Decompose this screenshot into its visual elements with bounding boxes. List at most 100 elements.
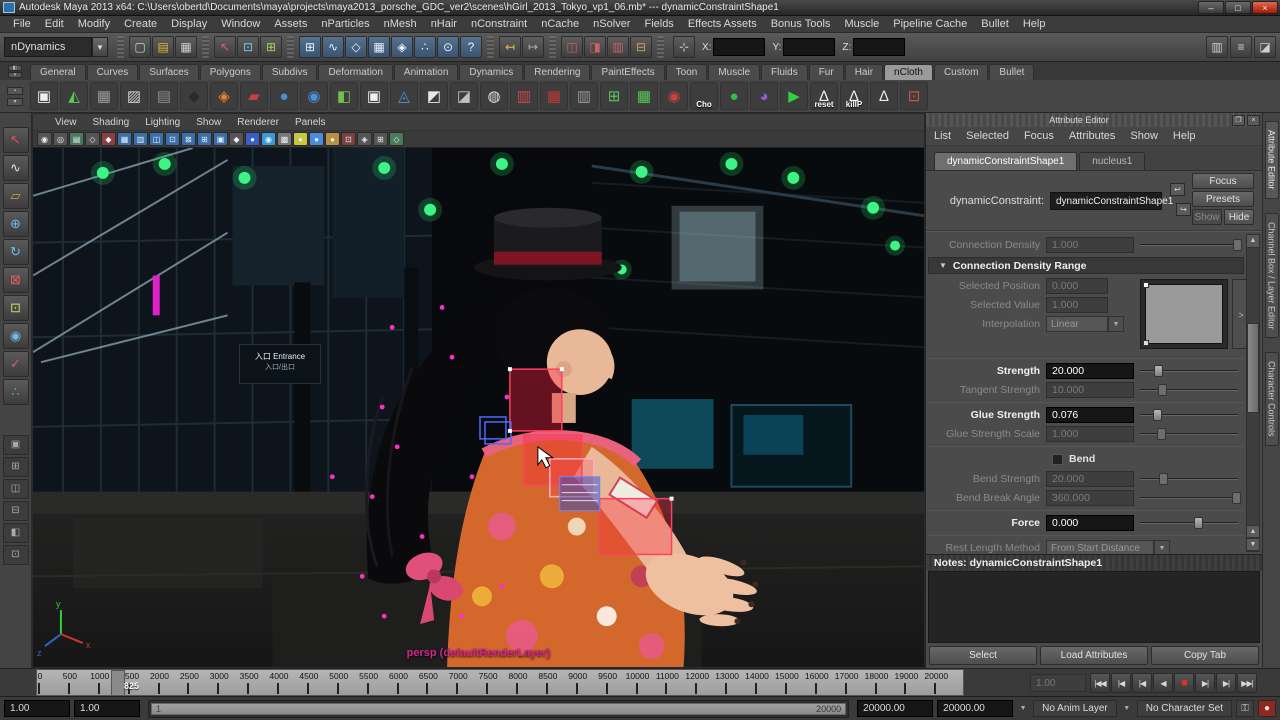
shelf-icon[interactable]: ▦ <box>630 82 658 110</box>
connection-density-slider[interactable] <box>1140 237 1238 253</box>
layout-shortcut-button[interactable]: ◫ <box>3 479 29 499</box>
snap-button[interactable]: ∿ <box>322 36 344 58</box>
shelf-icon[interactable]: ▶ <box>780 82 808 110</box>
shelf-icon[interactable]: ▥ <box>570 82 598 110</box>
viewport-scene[interactable]: y x z 入口 Entrance 入口/出口 persp (defaultRe… <box>33 148 924 667</box>
shelf-tab[interactable]: Bullet <box>989 64 1034 80</box>
shelf-icon[interactable]: ▦ <box>90 82 118 110</box>
group-divider[interactable] <box>287 36 294 58</box>
node-tab[interactable]: nucleus1 <box>1079 152 1145 170</box>
viewport-toolbar-icon[interactable]: ◉ <box>37 132 52 146</box>
playback-button[interactable]: ■ <box>1174 673 1194 693</box>
tool-button[interactable]: ▱ <box>3 183 29 209</box>
menu-item[interactable]: nParticles <box>314 16 376 32</box>
menu-item[interactable]: Effects Assets <box>681 16 764 32</box>
menu-item[interactable]: Pipeline Cache <box>886 16 974 32</box>
set-key-icon[interactable]: ⚿ <box>1236 700 1254 717</box>
viewport-toolbar-icon[interactable]: ◫ <box>149 132 164 146</box>
glue-strength-field[interactable]: 0.076 <box>1046 407 1134 423</box>
panel-menu-item[interactable]: Show <box>188 117 229 128</box>
menu-item[interactable]: nMesh <box>377 16 424 32</box>
force-field[interactable]: 0.000 <box>1046 515 1134 531</box>
playback-button[interactable]: ◀ <box>1153 673 1173 693</box>
selected-value-field[interactable]: 1.000 <box>1046 297 1108 313</box>
menu-item[interactable]: Create <box>117 16 164 32</box>
scroll-up-icon[interactable]: ▲ <box>1247 525 1259 538</box>
viewport-toolbar-icon[interactable]: ● <box>309 132 324 146</box>
menu-item[interactable]: File <box>6 16 38 32</box>
connection-density-field[interactable]: 1.000 <box>1046 237 1134 253</box>
playback-speed-field[interactable]: 1.00 <box>1030 674 1086 692</box>
shelf-icon[interactable]: ⊞ <box>600 82 628 110</box>
shelf-icon[interactable]: ◪ <box>450 82 478 110</box>
glue-strength-scale-field[interactable]: 1.000 <box>1046 426 1134 442</box>
viewport-toolbar-icon[interactable]: ◈ <box>357 132 372 146</box>
bend-break-angle-slider[interactable] <box>1140 490 1238 506</box>
hide-button[interactable]: Hide <box>1224 209 1254 225</box>
shelf-icon[interactable]: ▣ <box>30 82 58 110</box>
bend-strength-slider[interactable] <box>1140 471 1238 487</box>
menu-item[interactable]: Bullet <box>974 16 1016 32</box>
scroll-down-icon[interactable]: ▼ <box>1247 538 1259 551</box>
playback-start-field[interactable]: 1.00 <box>4 700 70 717</box>
ae-scrollbar[interactable]: ▲ ▲ ▼ <box>1246 234 1260 552</box>
shelf-icon[interactable]: ◧ <box>330 82 358 110</box>
sidebar-vertical-tab[interactable]: Character Controls <box>1265 352 1279 446</box>
group-divider[interactable] <box>549 36 556 58</box>
shelf-tab[interactable]: PaintEffects <box>591 64 664 80</box>
shelf-icon[interactable]: ∆killP <box>840 82 868 110</box>
shelf-icon[interactable]: ● <box>270 82 298 110</box>
viewport-toolbar-icon[interactable]: ⊠ <box>181 132 196 146</box>
viewport-toolbar-icon[interactable]: ◉ <box>261 132 276 146</box>
viewport-toolbar-icon[interactable]: ▣ <box>213 132 228 146</box>
scroll-up-icon[interactable]: ▲ <box>1247 235 1259 248</box>
menu-item[interactable]: Window <box>214 16 267 32</box>
shelf-icon[interactable]: Cho <box>690 82 718 110</box>
viewport-toolbar-icon[interactable]: ▤ <box>69 132 84 146</box>
ae-footer-button[interactable]: Select <box>929 646 1037 665</box>
panel-menu-item[interactable]: Lighting <box>137 117 188 128</box>
coord-entry-icon[interactable]: ⊹ <box>673 36 695 58</box>
shelf-icon[interactable]: ⊡ <box>900 82 928 110</box>
notes-header[interactable]: Notes: dynamicConstraintShape1 <box>926 554 1262 571</box>
node-tab[interactable]: dynamicConstraintShape1 <box>934 152 1077 170</box>
ramp-widget[interactable] <box>1140 279 1228 349</box>
ae-menu-item[interactable]: List <box>934 130 960 142</box>
scrollbar-thumb[interactable] <box>1247 323 1259 413</box>
viewport-toolbar-icon[interactable]: ◇ <box>85 132 100 146</box>
tool-button[interactable]: ⊡ <box>3 295 29 321</box>
layout-shortcut-button[interactable]: ◧ <box>3 523 29 543</box>
snap-button[interactable]: ◇ <box>345 36 367 58</box>
ae-menu-item[interactable]: Selected <box>966 130 1018 142</box>
shelf-icon[interactable]: ◈ <box>210 82 238 110</box>
playback-button[interactable]: |◀◀ <box>1090 673 1110 693</box>
range-slider-handle[interactable]: 1 20000 <box>151 703 846 715</box>
snap-button[interactable]: ⊙ <box>437 36 459 58</box>
snap-button[interactable]: ? <box>460 36 482 58</box>
shelf-icon[interactable]: ◩ <box>420 82 448 110</box>
panel-menu-item[interactable]: Panels <box>287 117 334 128</box>
viewport-toolbar-icon[interactable]: ● <box>325 132 340 146</box>
strength-slider[interactable] <box>1140 363 1238 379</box>
ae-menu-item[interactable]: Focus <box>1024 130 1063 142</box>
playback-end-field[interactable]: 20000.00 <box>937 700 1013 717</box>
shelf-icon[interactable]: ▥ <box>510 82 538 110</box>
menu-item[interactable]: nConstraint <box>464 16 534 32</box>
shelf-tab[interactable]: Toon <box>666 64 708 80</box>
viewport-toolbar-icon[interactable]: ● <box>245 132 260 146</box>
shelf-icon[interactable]: ▦ <box>540 82 568 110</box>
menu-item[interactable]: Muscle <box>837 16 886 32</box>
time-slider-ticks[interactable]: 0500100015002000250030003500400045005000… <box>36 669 964 696</box>
ae-menu-item[interactable]: Attributes <box>1069 130 1124 142</box>
render-button[interactable]: ⊟ <box>630 36 652 58</box>
sidebar-toggle-button[interactable]: ◪ <box>1254 36 1276 58</box>
window-control-button[interactable]: × <box>1252 1 1278 14</box>
history-button[interactable]: ↤ <box>499 36 521 58</box>
presets-button[interactable]: Presets <box>1192 191 1254 207</box>
chevron-down-icon[interactable]: ▼ <box>92 37 108 57</box>
menu-item[interactable]: nHair <box>424 16 464 32</box>
viewport-toolbar-icon[interactable]: ● <box>293 132 308 146</box>
animation-end-field[interactable]: 20000.00 <box>857 700 933 717</box>
chevron-down-icon[interactable]: ▼ <box>1108 316 1124 332</box>
shelf-tab[interactable]: Muscle <box>708 64 760 80</box>
